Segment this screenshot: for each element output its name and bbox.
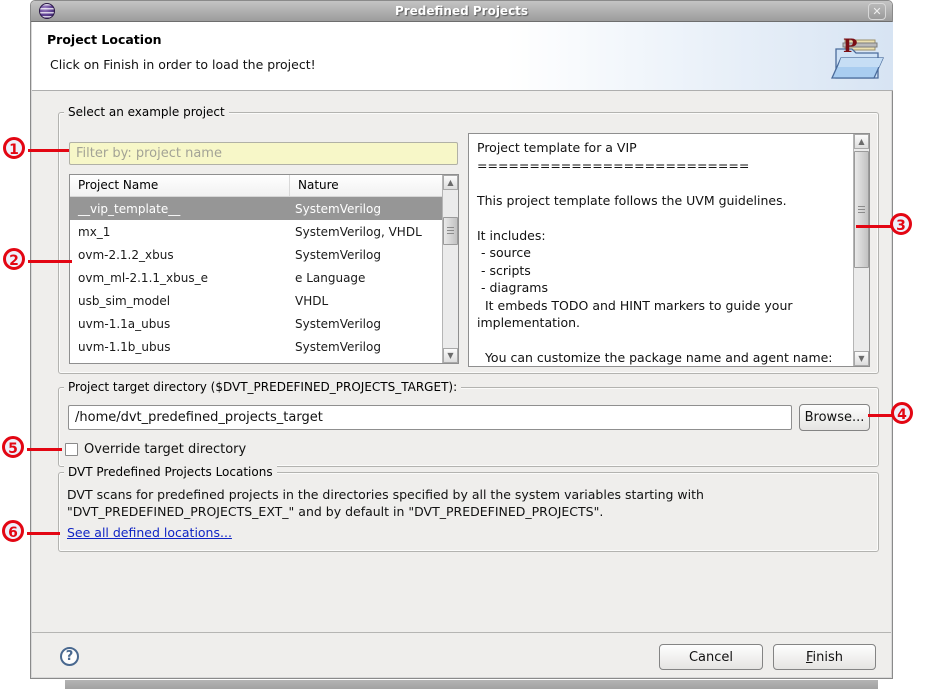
description-scrollbar[interactable]: ▲ ▼: [853, 134, 869, 366]
annotation-line-6: [27, 532, 60, 535]
table-row[interactable]: ovm-2.1.2_xbus SystemVerilog: [70, 243, 458, 266]
project-description-panel[interactable]: Project template for a VIP =============…: [468, 133, 870, 367]
help-icon[interactable]: ?: [60, 647, 79, 666]
filter-input[interactable]: [69, 142, 458, 165]
grip-icon: [858, 206, 865, 215]
annotation-circle-1: 1: [3, 137, 25, 159]
locations-description-line2: "DVT_PREDEFINED_PROJECTS_EXT_" and by de…: [67, 503, 603, 520]
scroll-down-icon[interactable]: ▼: [854, 351, 869, 366]
annotation-circle-6: 6: [2, 520, 24, 542]
table-row[interactable]: usb_sim_model VHDL: [70, 289, 458, 312]
project-table[interactable]: Project Name Nature __vip_template__ Sys…: [69, 174, 459, 364]
column-header-project-name[interactable]: Project Name: [70, 175, 290, 196]
wizard-banner: Project Location Click on Finish in orde…: [32, 22, 893, 91]
column-header-nature[interactable]: Nature: [290, 175, 458, 196]
annotation-circle-5: 5: [2, 436, 24, 458]
grip-icon: [447, 227, 454, 236]
table-row[interactable]: mx_1 SystemVerilog, VHDL: [70, 220, 458, 243]
table-row[interactable]: ovm_ml-2.1.1_xbus_e e Language: [70, 266, 458, 289]
cancel-button[interactable]: Cancel: [659, 644, 763, 670]
annotation-line-3: [856, 225, 892, 228]
target-directory-input[interactable]: [68, 405, 792, 430]
locations-group: DVT Predefined Projects Locations DVT sc…: [58, 472, 879, 552]
annotation-circle-4: 4: [891, 402, 913, 424]
example-project-group: Select an example project Project Name N…: [58, 112, 879, 374]
footer-separator: [32, 632, 891, 633]
example-project-group-label: Select an example project: [64, 105, 229, 119]
window-title: Predefined Projects: [31, 4, 892, 18]
locations-description-line1: DVT scans for predefined projects in the…: [67, 486, 704, 503]
annotation-line-4: [868, 414, 893, 417]
target-directory-group: Project target directory ($DVT_PREDEFINE…: [58, 387, 879, 467]
scroll-up-icon[interactable]: ▲: [443, 175, 458, 190]
override-checkbox-label[interactable]: Override target directory: [84, 442, 246, 457]
annotation-circle-3: 3: [890, 213, 912, 235]
project-folder-icon: P: [829, 34, 885, 84]
see-all-locations-link[interactable]: See all defined locations...: [67, 525, 232, 540]
titlebar[interactable]: Predefined Projects ✕: [31, 1, 892, 22]
finish-button[interactable]: Finish: [773, 644, 876, 670]
table-scrollbar[interactable]: ▲ ▼: [442, 175, 458, 363]
description-scrollbar-thumb[interactable]: [854, 151, 869, 268]
page-title: Project Location: [47, 32, 162, 47]
table-scrollbar-thumb[interactable]: [443, 217, 458, 245]
window-bottom-edge: [65, 680, 878, 689]
annotation-line-1: [28, 149, 69, 152]
locations-group-label: DVT Predefined Projects Locations: [64, 465, 277, 479]
annotation-circle-2: 2: [3, 248, 25, 270]
scroll-down-icon[interactable]: ▼: [443, 348, 458, 363]
predefined-projects-dialog: Predefined Projects ✕ Project Location C…: [30, 0, 893, 679]
table-row[interactable]: uvm-1.1a_ubus SystemVerilog: [70, 312, 458, 335]
table-header[interactable]: Project Name Nature: [70, 175, 458, 197]
annotation-line-2: [28, 260, 72, 263]
table-row[interactable]: uvm-1.1b_ubus SystemVerilog: [70, 335, 458, 358]
screenshot-canvas: Predefined Projects ✕ Project Location C…: [0, 0, 930, 689]
page-subtitle: Click on Finish in order to load the pro…: [50, 57, 316, 72]
annotation-line-5: [27, 448, 62, 451]
scroll-up-icon[interactable]: ▲: [854, 134, 869, 149]
browse-button[interactable]: Browse...: [799, 404, 870, 431]
target-directory-group-label: Project target directory ($DVT_PREDEFINE…: [64, 380, 461, 394]
override-checkbox[interactable]: [65, 443, 78, 456]
icon-letter-p: P: [843, 35, 857, 57]
close-icon[interactable]: ✕: [868, 3, 886, 20]
table-row[interactable]: __vip_template__ SystemVerilog: [70, 197, 458, 220]
project-description-text: Project template for a VIP =============…: [469, 134, 852, 366]
